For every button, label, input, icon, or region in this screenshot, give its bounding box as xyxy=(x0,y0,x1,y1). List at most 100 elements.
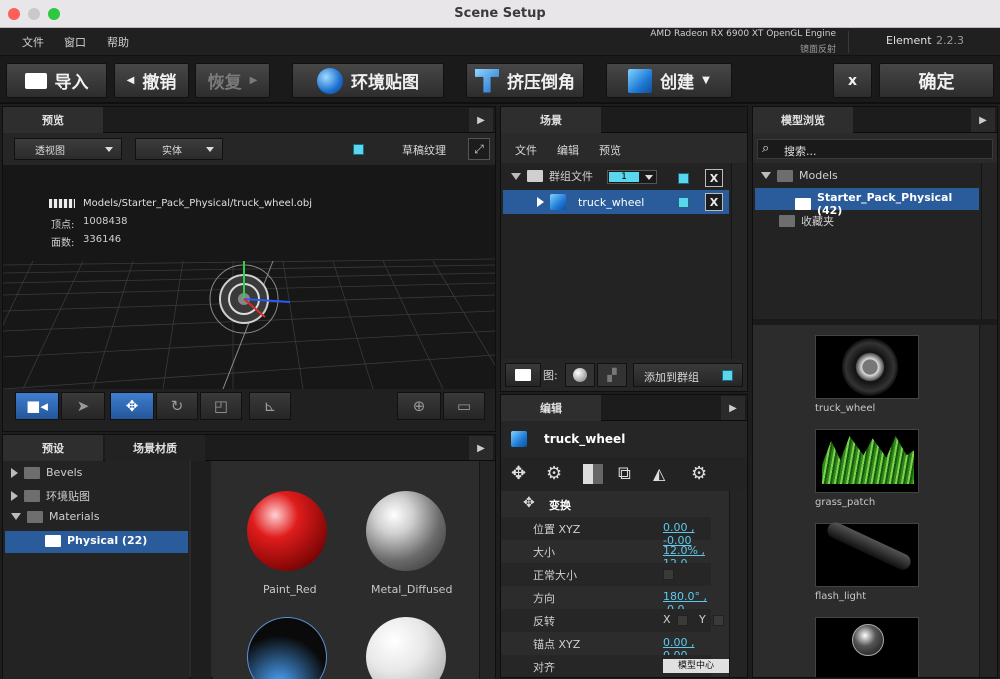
browser-tree-scrollbar[interactable] xyxy=(981,163,997,319)
item-remove-button[interactable]: X xyxy=(705,193,723,211)
menu-file[interactable]: 文件 xyxy=(22,34,44,50)
prop-key: 位置 XYZ xyxy=(533,523,581,536)
new-folder-icon[interactable] xyxy=(505,363,541,387)
material-thumb-white[interactable] xyxy=(366,617,446,679)
sphere-icon[interactable] xyxy=(565,363,595,387)
flip-y-checkbox[interactable] xyxy=(713,615,724,626)
group-select[interactable]: 1 xyxy=(607,170,657,184)
add-to-group-checkbox[interactable] xyxy=(722,370,733,381)
scene-menu-file[interactable]: 文件 xyxy=(515,142,537,158)
render-mode-select[interactable]: 实体 xyxy=(135,138,223,160)
panel-expand-icon[interactable]: ▶ xyxy=(971,108,995,132)
tab-preview[interactable]: 预览 xyxy=(3,107,103,133)
tree-item-favorites[interactable]: 收藏夹 xyxy=(779,213,834,229)
tree-item-models[interactable]: Models xyxy=(761,169,838,182)
search-field[interactable]: ⌕ 搜索... xyxy=(757,139,993,159)
search-input[interactable]: 搜索... xyxy=(784,143,817,159)
collapse-icon xyxy=(11,513,21,520)
tab-scene-materials[interactable]: 场景材质 xyxy=(105,435,205,461)
tree-item-physical-row: Physical (22) xyxy=(45,534,147,547)
add-to-group-label: 添加到群组 xyxy=(644,371,699,384)
minimize-window-button[interactable] xyxy=(28,8,40,20)
move-icon[interactable]: ✥ xyxy=(511,463,526,484)
menu-window[interactable]: 窗口 xyxy=(64,34,86,50)
undo-button[interactable]: ◀ 撤销 xyxy=(114,63,189,98)
menu-help[interactable]: 帮助 xyxy=(107,34,129,50)
target-tool-icon[interactable]: ⊕ xyxy=(397,392,441,420)
view-mode-select[interactable]: 透视图 xyxy=(14,138,122,160)
extrude-button[interactable]: 挤压倒角 xyxy=(466,63,584,98)
cancel-button[interactable]: x xyxy=(833,63,872,98)
camera-tool-icon[interactable]: ■◂ xyxy=(15,392,59,420)
chevron-down-icon: ▼ xyxy=(702,75,710,86)
prop-key: 对齐 xyxy=(533,661,555,674)
material-thumb-paint-red[interactable] xyxy=(247,491,327,571)
redo-button[interactable]: 恢复 ▶ xyxy=(195,63,270,98)
zoom-window-button[interactable] xyxy=(48,8,60,20)
scene-group-row[interactable]: 群组文件 xyxy=(511,168,593,184)
item-visible-checkbox[interactable] xyxy=(678,197,689,208)
floor-icon[interactable]: ◭ xyxy=(653,464,665,483)
checker-icon[interactable]: ▞ xyxy=(597,363,627,387)
checker-icon[interactable] xyxy=(583,464,603,484)
preview-panel: 预览 ▶ 透视图 实体 草稿纹理 ⤢ Models/Starter_Pack_P… xyxy=(2,106,496,432)
tab-scene[interactable]: 场景 xyxy=(501,107,601,133)
scale-tool-icon[interactable]: ◰ xyxy=(200,392,242,420)
close-window-button[interactable] xyxy=(8,8,20,20)
presets-scrollbar[interactable] xyxy=(479,461,495,679)
scene-menu-edit[interactable]: 编辑 xyxy=(557,142,579,158)
align-select[interactable]: 模型中心 xyxy=(663,659,729,673)
tab-model-browser[interactable]: 模型浏览 xyxy=(753,107,853,133)
thumb-truck-wheel[interactable] xyxy=(815,335,919,399)
vertices-label: 顶点: xyxy=(51,220,75,231)
ok-button[interactable]: 确定 xyxy=(879,63,994,98)
material-thumb-metal-diffused[interactable] xyxy=(366,491,446,571)
faces-count: 336146 xyxy=(83,234,122,245)
duplicate-icon[interactable]: ⧉ xyxy=(618,463,631,484)
panel-expand-icon[interactable]: ▶ xyxy=(721,396,745,420)
axis-tool-icon[interactable]: ⊾ xyxy=(249,392,291,420)
normal-size-checkbox[interactable] xyxy=(663,569,674,580)
preview-options-bar: 透视图 实体 草稿纹理 ⤢ xyxy=(3,133,495,165)
viewport[interactable]: Models/Starter_Pack_Physical/truck_wheel… xyxy=(3,165,495,389)
material-thumb-glass[interactable] xyxy=(247,617,327,679)
scene-scrollbar[interactable] xyxy=(731,163,747,359)
select-tool-icon[interactable]: ➤ xyxy=(61,392,105,420)
flip-x-checkbox[interactable] xyxy=(677,615,688,626)
gears-icon[interactable]: ⚙ xyxy=(546,463,562,484)
edit-header: 编辑 ▶ xyxy=(501,395,747,421)
redo-label: 恢复 xyxy=(207,73,242,93)
tree-item-bevels[interactable]: Bevels xyxy=(11,466,82,479)
move-tool-icon[interactable]: ✥ xyxy=(110,392,154,420)
import-button[interactable]: 导入 xyxy=(6,63,107,98)
main-toolbar: 导入 ◀ 撤销 恢复 ▶ 环境贴图 挤压倒角 创建 ▼ x 确定 xyxy=(0,56,1000,104)
vertices-count: 1008438 xyxy=(83,216,128,227)
draft-texture-checkbox[interactable] xyxy=(353,144,364,155)
tree-item-environment[interactable]: 环境贴图 xyxy=(11,488,90,504)
group-remove-button[interactable]: X xyxy=(705,169,723,187)
thumb-light-bulb[interactable] xyxy=(815,617,919,677)
create-button[interactable]: 创建 ▼ xyxy=(606,63,732,98)
tab-edit[interactable]: 编辑 xyxy=(501,395,601,421)
edit-scrollbar[interactable] xyxy=(729,491,747,677)
viewport-tools: ■◂ ➤ ✥ ↻ ◰ ⊾ ⊕ ▭ xyxy=(3,389,495,431)
add-to-group-button[interactable]: 添加到群组 xyxy=(633,363,743,387)
environment-map-button[interactable]: 环境贴图 xyxy=(292,63,444,98)
screen-tool-icon[interactable]: ▭ xyxy=(443,392,485,420)
tab-presets[interactable]: 预设 xyxy=(3,435,103,461)
splitter[interactable] xyxy=(191,461,211,679)
rotate-tool-icon[interactable]: ↻ xyxy=(156,392,198,420)
panel-expand-icon[interactable]: ▶ xyxy=(469,108,493,132)
collapse-icon xyxy=(511,172,521,180)
tree-item-materials[interactable]: Materials xyxy=(11,510,99,523)
thumb-grass-patch[interactable] xyxy=(815,429,919,493)
panel-expand-icon[interactable]: ▶ xyxy=(469,436,493,460)
thumbnails-scrollbar[interactable] xyxy=(979,325,997,677)
fullscreen-icon[interactable]: ⤢ xyxy=(468,138,490,160)
scene-menu-preview[interactable]: 预览 xyxy=(599,142,621,158)
product-name: Element xyxy=(886,34,932,47)
group-visible-checkbox[interactable] xyxy=(678,173,689,184)
settings-gear-icon[interactable]: ⚙ xyxy=(691,463,707,484)
thumb-flash-light[interactable] xyxy=(815,519,919,587)
expand-icon xyxy=(11,467,18,478)
